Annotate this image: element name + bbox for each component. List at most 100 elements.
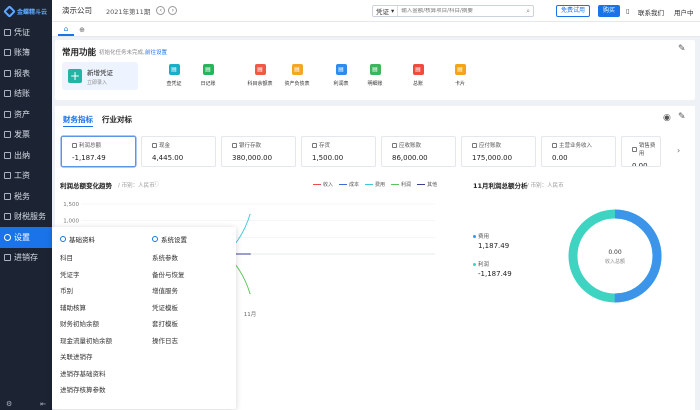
sidebar-item-7[interactable]: 工资 <box>0 166 52 187</box>
indicator-card-3[interactable]: 存货 1,500.00 <box>301 136 376 167</box>
tab-financial-indicators[interactable]: 财务指标 <box>63 114 93 127</box>
sidebar-item-3[interactable]: 结账 <box>0 84 52 105</box>
indicator-card-4[interactable]: 应收账款 86,000.00 <box>381 136 456 167</box>
col1-menu-item-6[interactable]: 关联进销存 <box>60 349 146 366</box>
company-name[interactable]: 演示公司 <box>62 5 92 16</box>
sidebar-settings-icon[interactable]: ⚙ <box>6 400 12 408</box>
quick-item-6[interactable]: ▤ 总账 <box>398 64 438 87</box>
asset-icon <box>4 110 11 118</box>
sidebar-item-9[interactable]: 财税服务 <box>0 207 52 228</box>
indicator-label: 利润总额 <box>72 141 135 149</box>
sidebar-item-6[interactable]: 出纳 <box>0 145 52 166</box>
indicator-label: 存货 <box>312 141 375 149</box>
sidebar-item-0[interactable]: 凭证 <box>0 22 52 43</box>
col1-menu-item-7[interactable]: 进销存基础资料 <box>60 366 146 383</box>
new-voucher-button[interactable]: + 新增凭证 立即录入 <box>62 62 138 90</box>
search-type-select[interactable]: 凭证 ▾ <box>373 6 399 16</box>
sidebar-item-label: 工资 <box>14 171 30 181</box>
col1-menu-item-1[interactable]: 凭证字 <box>60 267 146 284</box>
indicator-card-0[interactable]: 利润总额 -1,187.49 <box>61 136 136 167</box>
search-input[interactable] <box>398 8 527 14</box>
quick-item-2[interactable]: ▤ 科目余额表 <box>240 64 280 87</box>
quick-item-7[interactable]: ▤ 卡片 <box>440 64 480 87</box>
legend-item-1[interactable]: 成本 <box>339 181 359 188</box>
buy-button[interactable]: 购买 <box>598 5 621 17</box>
eye-icon[interactable]: ◉ <box>663 113 671 123</box>
legend-item-2[interactable]: 费用 <box>365 181 385 188</box>
cashier-icon <box>4 151 11 159</box>
line-chart-unit: / 币别：人民币 <box>118 183 155 189</box>
edit-icon[interactable]: ✎ <box>678 112 686 122</box>
search-voucher-icon: ▤ <box>168 64 180 75</box>
system-settings-column: 系统设置 系统参数 备份与恢复 增值服务 凭证模板 套打模板 操作日志 <box>152 233 238 349</box>
indicator-icon <box>552 142 557 148</box>
indicator-icon <box>632 146 637 152</box>
chevron-down-icon: ▾ <box>391 7 395 15</box>
sidebar-item-5[interactable]: 发票 <box>0 125 52 146</box>
go-settings-link[interactable]: 前往设置 <box>145 48 167 56</box>
edit-icon[interactable]: ✎ <box>678 44 686 54</box>
indicator-label: 主营业务收入 <box>552 141 615 149</box>
indicator-value: -1,187.49 <box>72 154 106 162</box>
accounting-period: 2021年第11期 <box>106 7 151 16</box>
quick-item-1[interactable]: ▤ 日记账 <box>188 64 228 87</box>
quick-item-5[interactable]: ▤ 明细账 <box>355 64 395 87</box>
home-tab[interactable]: ⌂ <box>58 23 74 36</box>
legend-item-3[interactable]: 利润 <box>391 181 411 188</box>
sidebar-item-1[interactable]: 账簿 <box>0 43 52 64</box>
user-center-link[interactable]: 用户中 <box>674 7 694 17</box>
salary-icon <box>4 172 11 180</box>
indicator-card-1[interactable]: 现金 4,445.00 <box>141 136 216 167</box>
col2-menu-item-1[interactable]: 备份与恢复 <box>152 267 238 284</box>
col2-menu-item-4[interactable]: 套打模板 <box>152 316 238 333</box>
help-icon[interactable]: ⓘ <box>153 180 159 188</box>
free-trial-button[interactable]: 免费试用 <box>556 5 591 17</box>
sidebar-item-2[interactable]: 报表 <box>0 63 52 84</box>
message-icon[interactable]: ▯ <box>626 7 630 15</box>
sidebar-item-11[interactable]: 进销存 <box>0 248 52 269</box>
col1-menu-item-4[interactable]: 财务初始余额 <box>60 316 146 333</box>
sidebar-item-label: 资产 <box>14 109 30 119</box>
chevron-right-icon[interactable]: › <box>677 146 680 155</box>
indicator-card-5[interactable]: 应付账款 175,000.00 <box>461 136 536 167</box>
sidebar-item-4[interactable]: 资产 <box>0 104 52 125</box>
col1-menu-item-2[interactable]: 币别 <box>60 283 146 300</box>
indicator-card-6[interactable]: 主营业务收入 0.00 <box>541 136 616 167</box>
voucher-icon <box>4 28 11 36</box>
sidebar-item-8[interactable]: 税务 <box>0 186 52 207</box>
col2-menu-item-0[interactable]: 系统参数 <box>152 250 238 267</box>
indicator-card-2[interactable]: 银行存款 380,000.00 <box>221 136 296 167</box>
init-hint: 初始化任务未完成, <box>99 50 145 56</box>
collapse-sidebar-icon[interactable]: ⇤ <box>40 400 46 408</box>
legend-item-0[interactable]: 收入 <box>313 181 333 188</box>
prev-period-icon[interactable]: ‹ <box>156 6 166 15</box>
col2-menu-item-3[interactable]: 凭证模板 <box>152 300 238 317</box>
detail-ledger-icon: ▤ <box>369 64 381 75</box>
finance-tabs: 财务指标 行业对标 <box>63 114 132 127</box>
contact-us-link[interactable]: 联系我们 <box>638 7 664 17</box>
col1-menu-item-3[interactable]: 辅助核算 <box>60 300 146 317</box>
indicator-card-7[interactable]: 销售费用 0.00 <box>621 136 661 167</box>
service-icon <box>4 213 11 221</box>
col1-menu-item-5[interactable]: 现金流量初始余额 <box>60 333 146 350</box>
balance-sheet-icon: ▤ <box>291 64 303 75</box>
sidebar-bottom: ⚙ ⇤ <box>0 400 52 408</box>
data-point <box>249 292 251 295</box>
tab-industry-benchmark[interactable]: 行业对标 <box>102 114 132 127</box>
balance-icon: ▤ <box>254 64 266 75</box>
next-period-icon[interactable]: › <box>168 6 178 15</box>
col1-menu-item-0[interactable]: 科目 <box>60 250 146 267</box>
line-chart-title: 利润总额变化趋势 <box>60 182 112 190</box>
legend-item-4[interactable]: 其他 <box>417 181 437 188</box>
col2-menu-item-5[interactable]: 操作日志 <box>152 333 238 350</box>
add-tab-button[interactable]: ⊕ <box>74 23 90 36</box>
plus-circle-icon: ⊕ <box>79 25 85 34</box>
col2-menu-item-2[interactable]: 增值服务 <box>152 283 238 300</box>
sidebar-item-10[interactable]: 设置 <box>0 227 52 248</box>
legend-swatch <box>417 183 426 186</box>
indicator-icon <box>392 142 397 148</box>
search-icon[interactable]: ⌕ <box>526 7 533 16</box>
col1-menu-item-8[interactable]: 进销存核算参数 <box>60 382 146 399</box>
indicator-label: 现金 <box>152 141 215 149</box>
quick-item-3[interactable]: ▤ 资产负债表 <box>277 64 317 87</box>
